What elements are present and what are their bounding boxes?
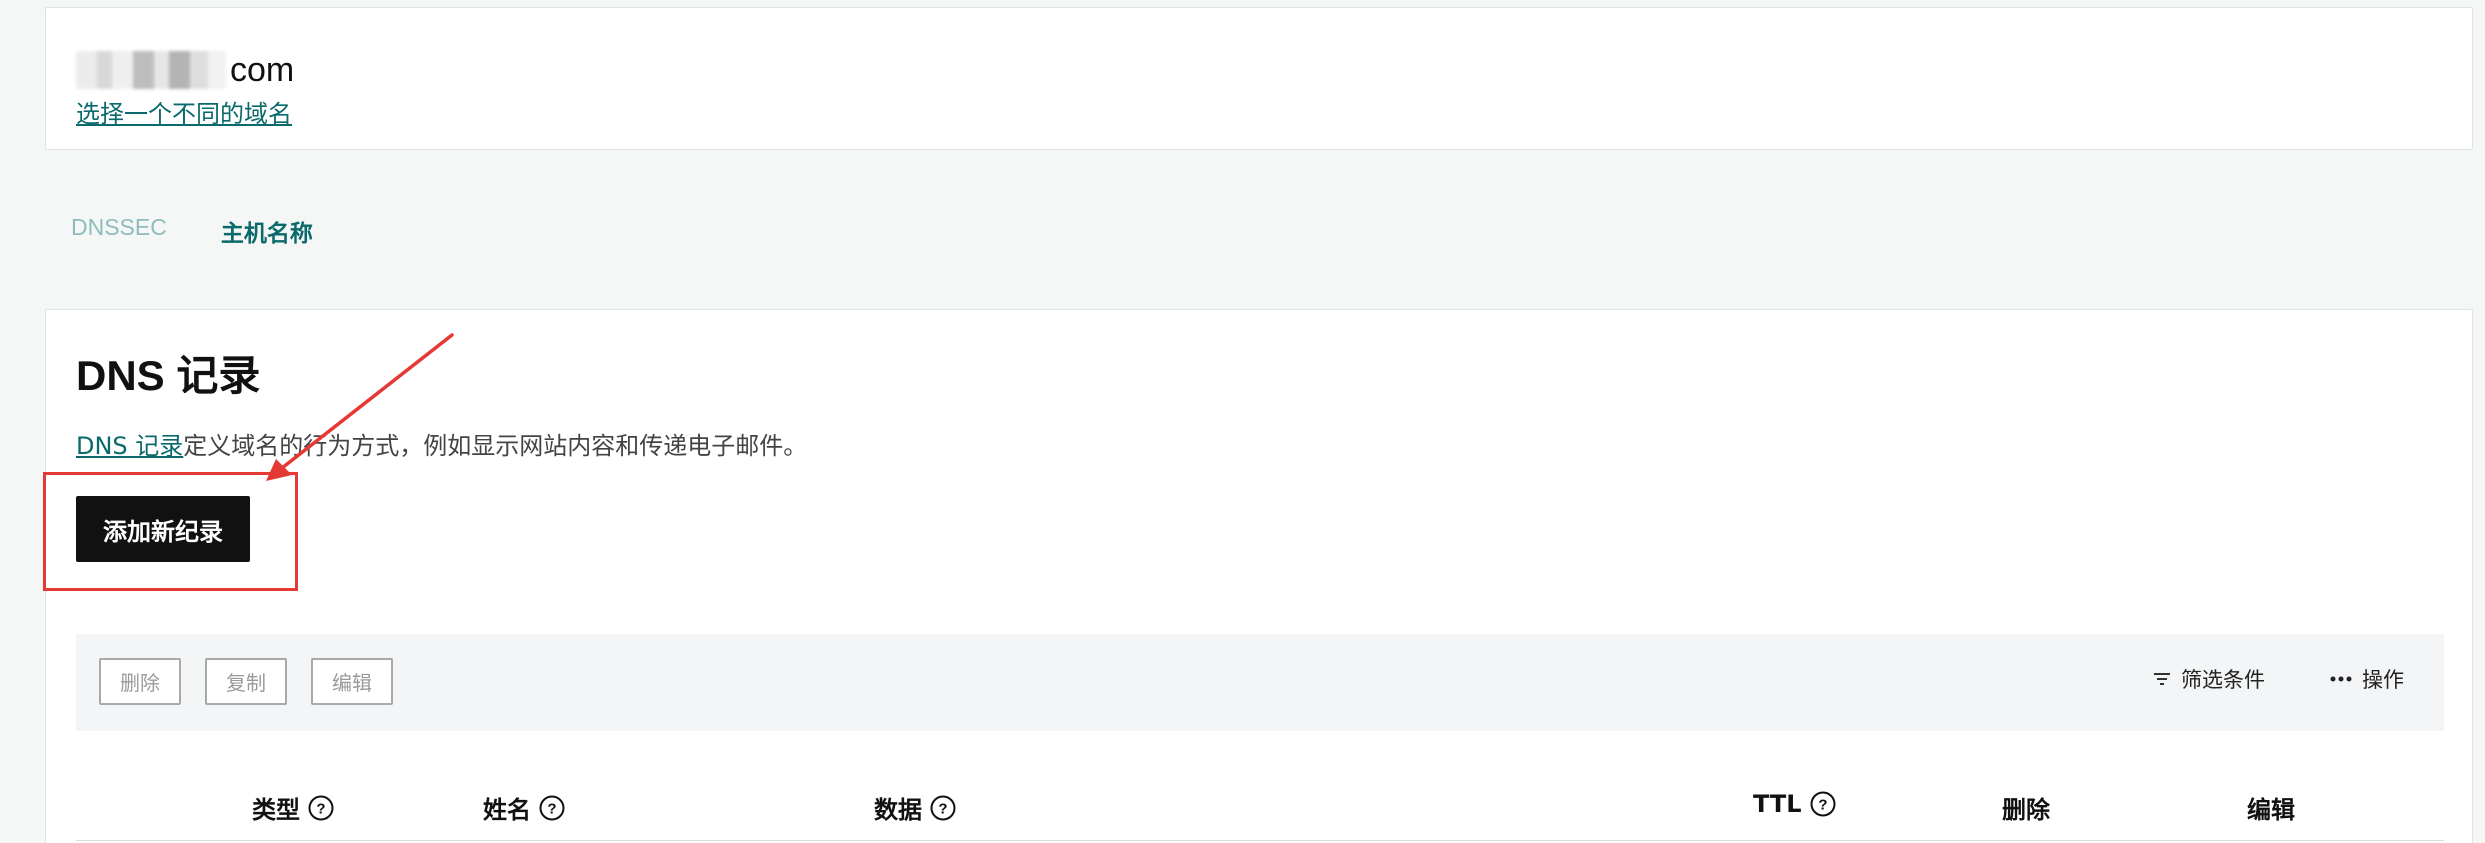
actions-menu-button[interactable]: 操作 — [2330, 664, 2404, 694]
copy-button[interactable]: 复制 — [205, 658, 287, 705]
more-horizontal-icon — [2330, 676, 2352, 682]
table-divider — [76, 840, 2444, 841]
help-circle-icon[interactable]: ? — [308, 795, 334, 821]
help-circle-icon[interactable]: ? — [1810, 791, 1836, 817]
domain-name: com — [76, 48, 294, 92]
filter-icon — [2153, 672, 2171, 686]
tab-hostnames[interactable]: 主机名称 — [221, 214, 313, 248]
actions-label: 操作 — [2362, 668, 2404, 692]
filter-label: 筛选条件 — [2181, 668, 2265, 692]
dns-records-title: DNS 记录 — [76, 352, 261, 399]
dns-records-card: DNS 记录 DNS 记录定义域名的行为方式，例如显示网站内容和传递电子邮件。 … — [43, 309, 2473, 843]
domain-suffix: com — [230, 50, 295, 89]
records-toolbar: 删除 复制 编辑 筛选条件 操作 — [76, 634, 2444, 731]
svg-text:?: ? — [1818, 797, 1827, 814]
column-header-ttl-label: TTL — [1753, 790, 1802, 818]
column-header-delete: 删除 — [2002, 790, 2050, 825]
svg-text:?: ? — [938, 800, 947, 817]
choose-domain-link[interactable]: 选择一个不同的域名 — [76, 94, 292, 129]
domain-card: com 选择一个不同的域名 — [45, 7, 2473, 150]
column-header-name[interactable]: 姓名 ? — [483, 790, 565, 825]
column-header-data[interactable]: 数据 ? — [874, 790, 956, 825]
column-header-edit: 编辑 — [2247, 790, 2295, 825]
svg-text:?: ? — [547, 800, 556, 817]
dns-records-help-link[interactable]: DNS 记录 — [76, 432, 183, 460]
help-circle-icon[interactable]: ? — [930, 795, 956, 821]
edit-button[interactable]: 编辑 — [311, 658, 393, 705]
dns-records-description: DNS 记录定义域名的行为方式，例如显示网站内容和传递电子邮件。 — [76, 426, 807, 461]
page: com 选择一个不同的域名 DNSSEC 主机名称 DNS 记录 DNS 记录定… — [0, 0, 2485, 843]
column-header-data-label: 数据 — [874, 796, 922, 824]
column-header-type[interactable]: 类型 ? — [252, 790, 334, 825]
records-table-header: 类型 ? 姓名 ? 数据 ? TTL ? 删除 编辑 — [76, 772, 2444, 840]
column-header-type-label: 类型 — [252, 796, 300, 824]
column-header-name-label: 姓名 — [483, 796, 531, 824]
column-header-edit-label: 编辑 — [2247, 796, 2295, 824]
column-header-ttl[interactable]: TTL ? — [1753, 790, 1836, 818]
add-new-record-button[interactable]: 添加新纪录 — [76, 496, 250, 562]
column-header-delete-label: 删除 — [2002, 796, 2050, 824]
svg-text:?: ? — [316, 800, 325, 817]
filter-button[interactable]: 筛选条件 — [2153, 664, 2265, 694]
help-circle-icon[interactable]: ? — [539, 795, 565, 821]
tab-bar: DNSSEC 主机名称 — [71, 214, 313, 248]
tab-dnssec[interactable]: DNSSEC — [71, 214, 167, 248]
delete-button[interactable]: 删除 — [99, 658, 181, 705]
redacted-domain — [76, 51, 226, 89]
dns-description-text: 定义域名的行为方式，例如显示网站内容和传递电子邮件。 — [183, 432, 808, 460]
